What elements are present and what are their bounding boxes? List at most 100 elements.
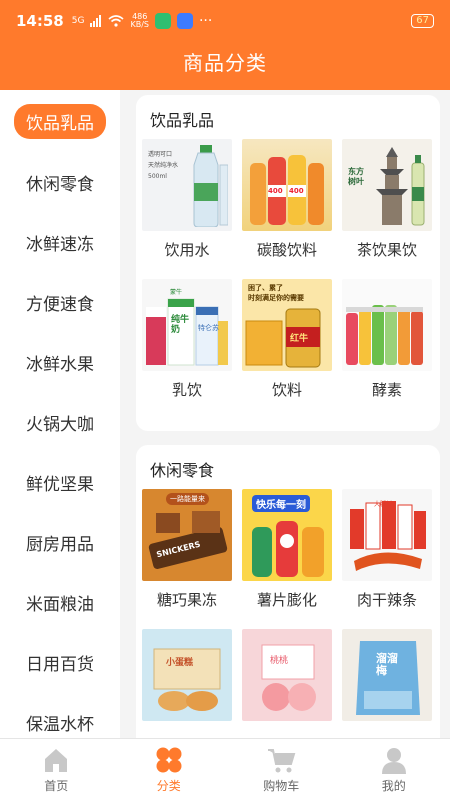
product-category-cake[interactable]: 小蛋糕 xyxy=(139,629,235,738)
user-icon xyxy=(381,748,406,774)
app-notification-icon xyxy=(176,13,193,29)
home-icon xyxy=(45,749,68,772)
app-notification-icon xyxy=(154,13,171,29)
product-image: 快乐每一刻 xyxy=(242,489,332,581)
image-text: 天然纯净水 xyxy=(148,162,179,169)
product-image: 蒙牛 纯牛奶 特仑苏 xyxy=(142,279,232,371)
image-text: 蒙牛 xyxy=(170,289,183,296)
nav-cart[interactable]: 购物车 xyxy=(225,739,338,800)
top-bar: 14:58 5G 486 KB/S ··· 67 商品分类 xyxy=(0,0,450,90)
product-image: 透明可口 天然纯净水 500ml xyxy=(142,139,232,231)
nav-home[interactable]: 首页 xyxy=(0,739,113,800)
sidebar-item-label: 火锅大咖 xyxy=(26,414,94,435)
bottom-nav: 首页 分类 购物车 我的 xyxy=(0,738,450,800)
status-time: 14:58 xyxy=(16,12,64,30)
product-image xyxy=(342,279,432,371)
sidebar-item-kitchen[interactable]: 厨房用品 xyxy=(0,512,120,572)
sidebar-item-label: 厨房用品 xyxy=(26,534,94,555)
product-category-label: 饮料 xyxy=(271,381,302,399)
wifi-icon xyxy=(108,15,124,27)
sidebar-item-grain-oil[interactable]: 米面粮油 xyxy=(0,572,120,632)
product-category-label: 碳酸饮料 xyxy=(256,241,317,259)
signal-bars-icon xyxy=(90,15,102,27)
product-category-chips-puffs[interactable]: 快乐每一刻 薯片膨化 xyxy=(239,489,335,623)
product-category-water[interactable]: 透明可口 天然纯净水 500ml 饮用水 xyxy=(139,139,235,273)
page-title: 商品分类 xyxy=(183,51,267,75)
more-icon: ··· xyxy=(198,13,213,29)
image-text: 特仑苏 xyxy=(198,324,219,332)
image-text: 时刻满足你的需要 xyxy=(248,294,304,302)
sidebar-item-label: 饮品乳品 xyxy=(14,103,106,139)
product-category-label: 薯片膨化 xyxy=(256,591,317,609)
plum-bag-icon xyxy=(356,641,420,715)
pagoda-tea-icon xyxy=(376,147,425,226)
product-category-soda[interactable]: 400 400 碳酸饮料 xyxy=(239,139,335,273)
product-category-plum[interactable]: 溜溜梅 xyxy=(339,629,435,738)
image-text: 大脚板 xyxy=(374,501,393,508)
product-category-label: 茶饮果饮 xyxy=(356,241,417,259)
sidebar-item-thermos[interactable]: 保温水杯 xyxy=(0,692,120,738)
water-bottle-icon xyxy=(193,145,228,227)
sidebar-item-instant-food[interactable]: 方便速食 xyxy=(0,272,120,332)
sidebar-item-drinks-dairy[interactable]: 饮品乳品 xyxy=(0,90,120,152)
section-card-snacks: 休闲零食 一路能量来 SNICKERS 糖巧果冻 快乐每一刻 薯片膨化 大脚板 … xyxy=(136,445,440,738)
signal-icon: 5G xyxy=(71,16,85,26)
sidebar-item-daily-goods[interactable]: 日用百货 xyxy=(0,632,120,692)
product-category-candy-jelly[interactable]: 一路能量来 SNICKERS 糖巧果冻 xyxy=(139,489,235,623)
sidebar-item-label: 休闲零食 xyxy=(26,174,94,195)
product-category-beverage[interactable]: 困了、累了 时刻满足你的需要 红牛 饮料 xyxy=(239,279,335,413)
nav-category[interactable]: 分类 xyxy=(113,739,226,800)
battery-icon: 67 xyxy=(411,14,434,28)
category-icon xyxy=(156,747,182,773)
nav-label: 我的 xyxy=(381,779,406,793)
nav-profile[interactable]: 我的 xyxy=(338,739,450,800)
image-text: 红牛 xyxy=(290,334,309,344)
red-bull-cans-icon xyxy=(245,308,321,368)
product-category-label: 肉干辣条 xyxy=(356,591,417,609)
nav-label: 首页 xyxy=(44,779,69,793)
product-category-milk-drink[interactable]: 蒙牛 纯牛奶 特仑苏 乳饮 xyxy=(139,279,235,413)
sidebar-item-label: 冰鲜水果 xyxy=(26,354,94,375)
product-category-jerky-spicy[interactable]: 大脚板 肉干辣条 xyxy=(339,489,435,623)
cake-box-icon xyxy=(153,648,221,711)
sidebar-item-hotpot[interactable]: 火锅大咖 xyxy=(0,392,120,452)
sidebar-item-frozen[interactable]: 冰鲜速冻 xyxy=(0,212,120,272)
product-image: 困了、累了 时刻满足你的需要 红牛 xyxy=(242,279,332,371)
peach-snack-icon xyxy=(261,644,316,711)
sidebar-item-label: 日用百货 xyxy=(26,654,94,675)
enzyme-bottles-icon xyxy=(346,305,423,365)
product-image: 桃桃 xyxy=(242,629,332,721)
section-title: 休闲零食 xyxy=(150,461,215,480)
sidebar-item-snacks[interactable]: 休闲零食 xyxy=(0,152,120,212)
sidebar-item-fresh-fruit[interactable]: 冰鲜水果 xyxy=(0,332,120,392)
image-text: 一路能量来 xyxy=(166,493,209,505)
image-text: 困了、累了 xyxy=(248,284,283,292)
sidebar-item-label: 方便速食 xyxy=(26,294,94,315)
sidebar-item-label: 米面粮油 xyxy=(26,594,94,615)
status-bar: 14:58 5G 486 KB/S ··· 67 xyxy=(0,0,450,42)
product-image: 溜溜梅 xyxy=(342,629,432,721)
image-text: 小蛋糕 xyxy=(166,658,194,668)
image-text: 溜溜梅 xyxy=(376,652,398,677)
product-image: 小蛋糕 xyxy=(142,629,232,721)
section-card-drinks: 饮品乳品 透明可口 天然纯净水 500ml 饮用水 400 400 碳酸饮料 东… xyxy=(136,95,440,431)
product-category-peach[interactable]: 桃桃 xyxy=(239,629,335,738)
sidebar-item-nuts[interactable]: 鲜优坚果 xyxy=(0,452,120,512)
chips-cans-icon xyxy=(252,521,324,577)
category-content[interactable]: 饮品乳品 透明可口 天然纯净水 500ml 饮用水 400 400 碳酸饮料 东… xyxy=(120,90,450,738)
image-text: 快乐每一刻 xyxy=(252,495,310,512)
image-text: 500ml xyxy=(148,173,167,180)
network-speed: 486 KB/S xyxy=(130,13,149,29)
status-icons: 5G 486 KB/S ··· xyxy=(71,13,213,29)
image-text: 树叶 xyxy=(348,177,364,186)
sidebar-item-label: 保温水杯 xyxy=(26,714,94,735)
product-image: 一路能量来 SNICKERS xyxy=(142,489,232,581)
product-category-label: 乳饮 xyxy=(171,381,202,399)
image-text: 透明可口 xyxy=(148,151,173,158)
speed-unit: KB/S xyxy=(130,20,149,29)
image-text: 桃桃 xyxy=(270,656,289,666)
image-text: 纯牛奶 xyxy=(171,315,190,335)
image-text: 400 xyxy=(268,187,283,195)
product-category-tea-juice[interactable]: 东方 树叶 茶饮果饮 xyxy=(339,139,435,273)
product-category-enzyme[interactable]: 酵素 xyxy=(339,279,435,413)
